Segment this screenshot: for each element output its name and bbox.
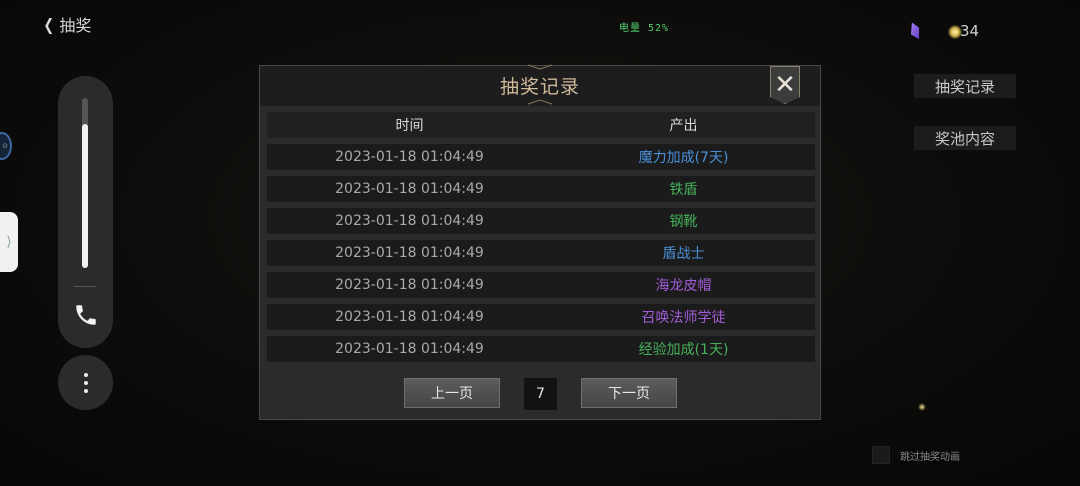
record-item: 铁盾 [669,182,698,198]
column-header-time: 时间 [395,118,424,134]
more-vertical-icon [83,372,88,393]
table-header: 时间 产出 [267,112,815,138]
back-label: 抽奖 [59,16,92,35]
volume-slider[interactable] [82,98,88,268]
chevron-right-icon: ⟩ [6,234,12,250]
more-options-button[interactable] [58,355,113,410]
close-button[interactable]: ✕ [770,66,800,104]
volume-slider-fill [82,123,88,268]
back-button[interactable]: ❮ 抽奖 [42,12,91,36]
currency-count: 34 [960,22,980,40]
table-row: 2023-01-18 01:04:49 魔力加成(7天) [267,144,815,170]
edge-badge-icon[interactable]: ⊙ [0,132,12,160]
record-item: 召唤法师学徒 [641,310,726,326]
sparkle-decoration [918,403,926,411]
record-time: 2023-01-18 01:04:49 [335,341,484,357]
current-page: 7 [524,378,557,410]
table-row: 2023-01-18 01:04:49 召唤法师学徒 [267,304,815,330]
table-row: 2023-01-18 01:04:49 经验加成(1天) [267,336,815,362]
chevron-left-icon: ❮ [43,14,55,34]
close-icon: ✕ [774,70,796,100]
battery-status: 电量 52% [619,23,670,34]
table-row: 2023-01-18 01:04:49 铁盾 [267,176,815,202]
table-row: 2023-01-18 01:04:49 海龙皮帽 [267,272,815,298]
draw-records-button[interactable]: 抽奖记录 [914,74,1016,98]
skip-label: 跳过抽奖动画 [900,451,960,463]
crystal-icon [907,21,923,41]
record-time: 2023-01-18 01:04:49 [335,309,484,325]
record-time: 2023-01-18 01:04:49 [335,277,484,293]
dialog-title: 抽奖记录 [499,76,580,98]
record-item: 海龙皮帽 [655,278,712,294]
currency-display: 34 [910,22,979,40]
skip-checkbox[interactable] [872,446,890,464]
glow-icon [948,25,962,39]
phone-icon[interactable] [73,302,99,328]
divider [74,286,96,287]
records-table: 时间 产出 2023-01-18 01:04:49 魔力加成(7天) 2023-01… [267,112,815,362]
side-drawer-handle[interactable]: ⟩ [0,212,18,272]
ornament-icon [528,99,552,105]
floating-control-panel [58,76,113,348]
table-row: 2023-01-18 01:04:49 盾战士 [267,240,815,266]
skip-animation-toggle[interactable]: 跳过抽奖动画 [872,446,960,464]
record-item: 经验加成(1天) [638,342,729,358]
dialog-header: 抽奖记录 ✕ [260,64,820,106]
table-row: 2023-01-18 01:04:49 钢靴 [267,208,815,234]
prize-pool-button[interactable]: 奖池内容 [914,126,1016,150]
pagination: 上一页 7 下一页 [260,378,820,410]
next-page-button[interactable]: 下一页 [581,378,677,408]
record-item: 盾战士 [662,246,705,262]
draw-records-dialog: 抽奖记录 ✕ 时间 产出 2023-01-18 01:04:49 魔力加成(7天)… [259,64,821,420]
record-time: 2023-01-18 01:04:49 [335,181,484,197]
record-time: 2023-01-18 01:04:49 [335,149,484,165]
record-time: 2023-01-18 01:04:49 [335,213,484,229]
prev-page-button[interactable]: 上一页 [404,378,500,408]
record-time: 2023-01-18 01:04:49 [335,245,484,261]
ornament-icon [528,64,552,70]
column-header-output: 产出 [669,118,698,134]
record-item: 魔力加成(7天) [638,150,729,166]
record-item: 钢靴 [669,214,698,230]
